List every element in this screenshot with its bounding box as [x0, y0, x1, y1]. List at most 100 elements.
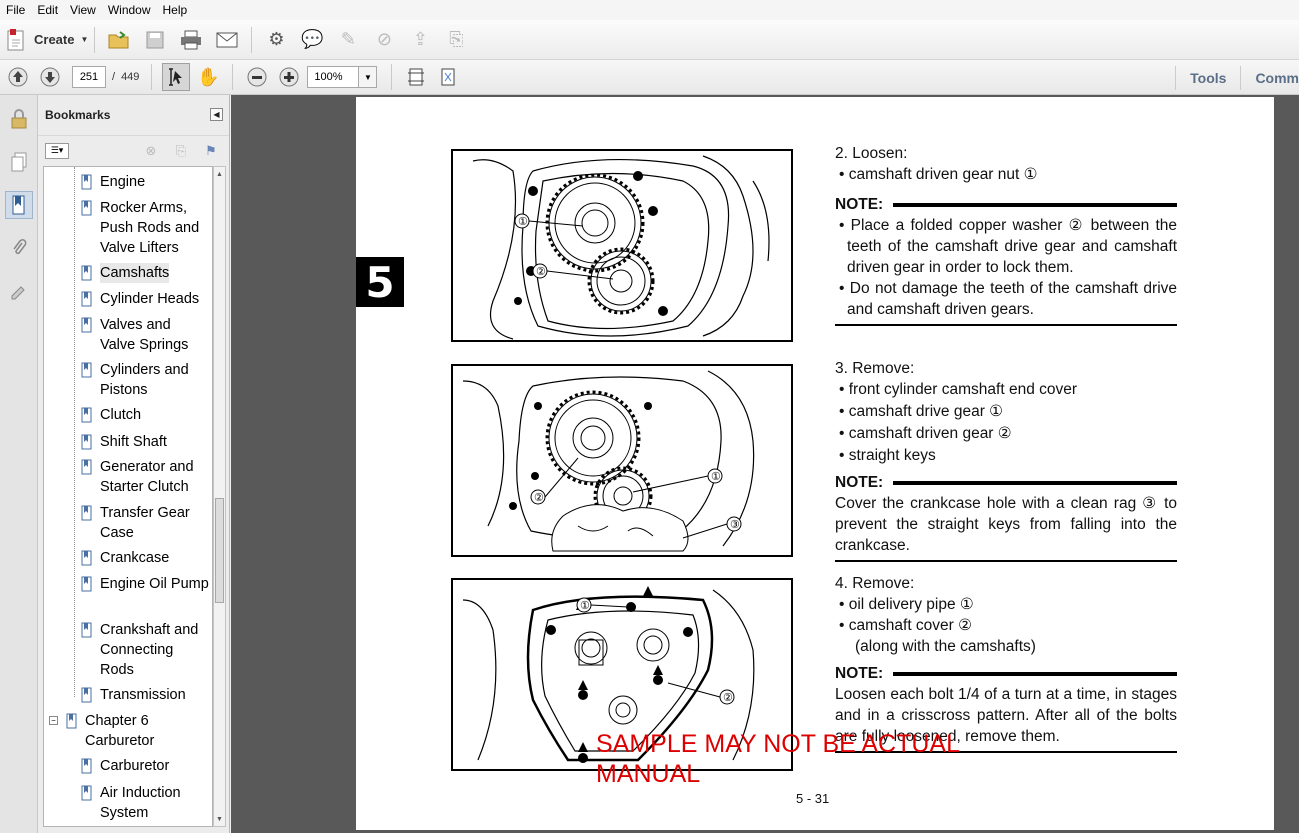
menu-window[interactable]: Window [102, 3, 157, 17]
menu-bar: File Edit View Window Help [0, 0, 1299, 20]
bookmark-item[interactable]: Rocker Arms, Push Rods and Valve Lifters [81, 198, 209, 258]
select-cursor-icon[interactable] [162, 63, 191, 91]
bookmark-icon [81, 174, 92, 190]
page-thumbnails-icon[interactable] [5, 148, 33, 176]
page-number-input[interactable]: 251 [72, 66, 106, 88]
bookmark-label: Crankshaft and Connecting Rods [100, 622, 199, 678]
fit-page-icon[interactable] [402, 63, 430, 91]
signatures-icon[interactable] [5, 277, 33, 305]
menu-help[interactable]: Help [157, 3, 194, 17]
toolbar-divider [391, 64, 393, 90]
bookmark-item[interactable]: − Chapter 6 Carburetor [49, 711, 209, 751]
attachments-icon[interactable] [5, 234, 33, 262]
next-page-icon[interactable] [36, 63, 64, 91]
open-folder-icon[interactable] [105, 26, 133, 54]
bookmarks-panel-icon[interactable] [5, 191, 33, 219]
step-3-bullet: • camshaft drive gear ① [839, 403, 1004, 420]
chapter-tab: 5 [356, 257, 404, 307]
email-icon[interactable] [213, 26, 241, 54]
bookmark-options-button[interactable]: ☰▾ [45, 142, 69, 159]
step-3-bullet: • straight keys [839, 447, 936, 464]
collapse-toggle-icon[interactable]: − [49, 716, 58, 725]
bookmark-label: Air Induction System [100, 785, 181, 821]
tools-pane-button[interactable]: Tools [1176, 70, 1240, 86]
bookmark-label: Engine Oil Pump [100, 576, 209, 592]
chevron-left-icon: ◀ [213, 110, 220, 119]
bookmark-item[interactable]: Cylinder Heads [81, 289, 209, 309]
bookmark-label: Carburetor [100, 758, 170, 774]
export-icon[interactable]: ⇪ [406, 26, 434, 54]
menu-file[interactable]: File [0, 3, 31, 17]
bookmark-item[interactable]: Carburetor [81, 756, 209, 776]
share-icon[interactable]: ⎘ [442, 26, 470, 54]
bookmark-item[interactable]: Engine [81, 172, 209, 192]
bookmark-item[interactable]: Crankcase [81, 548, 209, 568]
step-4-note-header: NOTE: [835, 663, 1177, 684]
zoom-level-input[interactable]: 100% [307, 66, 360, 88]
fit-width-icon[interactable] [434, 63, 462, 91]
bookmark-label: Transfer Gear Case [100, 505, 190, 541]
bookmark-item[interactable]: Transfer Gear Case [81, 503, 209, 543]
bookmark-icon [66, 713, 77, 729]
previous-page-icon[interactable] [4, 63, 32, 91]
bookmark-icon [81, 291, 92, 307]
sign-icon[interactable]: ✎ [334, 26, 362, 54]
bookmark-item[interactable]: Engine Oil Pump [81, 574, 209, 594]
toolbar-divider [232, 64, 234, 90]
delete-bookmark-icon[interactable]: ⊗ [143, 143, 159, 159]
new-bookmark-icon[interactable]: ⎘ [173, 143, 189, 159]
note-rule [893, 480, 1177, 485]
bookmark-item[interactable]: Valves and Valve Springs [81, 315, 209, 355]
zoom-in-icon[interactable] [275, 63, 303, 91]
step-2-note-bullet: • Do not damage the teeth of the camshaf… [839, 280, 1178, 318]
collapse-panel-button[interactable]: ◀ [210, 108, 223, 121]
bookmark-label: Cylinder Heads [100, 291, 200, 307]
gear-icon[interactable]: ⚙ [262, 26, 290, 54]
bookmark-item[interactable]: Camshafts [81, 263, 209, 283]
zoom-out-icon[interactable] [243, 63, 271, 91]
redact-icon[interactable]: ⊘ [370, 26, 398, 54]
step-4-sub: (along with the camshafts) [855, 638, 1036, 655]
bookmark-label: Generator and Starter Clutch [100, 459, 194, 495]
bookmark-label: Transmission [100, 687, 186, 703]
bookmark-item[interactable]: Shift Shaft [81, 432, 209, 452]
bookmark-icon [81, 687, 92, 703]
bookmark-label: Chapter 6 Carburetor [85, 713, 155, 749]
fig3-callout-2: ② [723, 692, 733, 704]
bookmark-item[interactable]: Crankshaft and Connecting Rods [81, 620, 209, 680]
step-3-block: 3. Remove: • front cylinder camshaft end… [835, 358, 1177, 562]
bookmarks-scrollbar[interactable]: ▲ ▼ [213, 166, 226, 827]
bookmarks-header: Bookmarks ◀ [38, 95, 229, 135]
scroll-down-arrow-icon[interactable]: ▼ [214, 812, 225, 826]
create-button[interactable]: Create ▼ [6, 28, 88, 52]
menu-edit[interactable]: Edit [31, 3, 64, 17]
note-end-rule [835, 560, 1177, 562]
bookmark-item[interactable]: Clutch [81, 405, 209, 425]
step-3-title: 3. Remove: [835, 360, 915, 377]
comment-icon[interactable]: 💬 [298, 26, 326, 54]
bookmark-icon [81, 550, 92, 566]
print-icon[interactable] [177, 26, 205, 54]
bookmark-item[interactable]: Cylinders and Pistons [81, 360, 209, 400]
scroll-up-arrow-icon[interactable]: ▲ [214, 167, 225, 181]
step-3-bullet: • front cylinder camshaft end cover [839, 381, 1078, 398]
scrollbar-thumb[interactable] [215, 498, 224, 603]
engine-illustration-1: ① ② [472, 155, 770, 340]
step-4-bullet: • oil delivery pipe ① [839, 596, 974, 613]
menu-view[interactable]: View [64, 3, 102, 17]
zoom-dropdown-button[interactable]: ▼ [359, 66, 378, 88]
bookmark-item[interactable]: Air Induction System [81, 783, 209, 823]
hand-tool-icon[interactable]: ✋ [194, 63, 222, 91]
step-2-title: 2. Loosen: [835, 145, 908, 162]
bookmark-item[interactable]: Transmission [81, 685, 209, 705]
create-pdf-icon [7, 28, 24, 50]
bookmarks-panel: Bookmarks ◀ ☰▾ ⊗ ⎘ ⚑ Engine Rocker Arms, … [38, 95, 230, 833]
lock-icon[interactable] [5, 105, 33, 133]
save-icon[interactable] [141, 26, 169, 54]
document-viewport[interactable]: 5 ① ② ① ② ③ ① ② 2. Loosen: • camshaft dr… [231, 95, 1299, 833]
bookmark-properties-icon[interactable]: ⚑ [203, 143, 219, 159]
note-label: NOTE: [835, 474, 884, 491]
create-label: Create [34, 32, 75, 47]
bookmark-item[interactable]: Generator and Starter Clutch [81, 457, 209, 497]
comment-pane-button[interactable]: Comm [1241, 70, 1299, 86]
